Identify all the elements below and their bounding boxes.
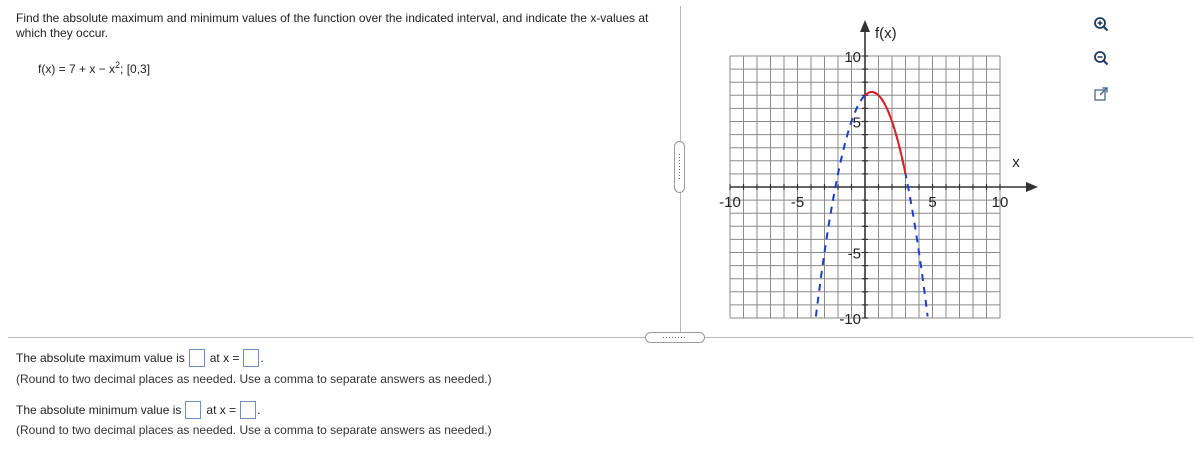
function-formula: f(x) = 7 + x − x2; [0,3] [38, 60, 150, 76]
x-tick-label: -10 [719, 194, 741, 211]
x-tick-label: 5 [928, 194, 936, 211]
question-prompt: Find the absolute maximum and minimum va… [16, 11, 649, 40]
max-note: (Round to two decimal places as needed. … [16, 372, 492, 386]
axis-labels: -10 -5 5 10 10 5 -5 -10 f(x) x [719, 25, 1020, 328]
y-axis-label: f(x) [875, 25, 897, 42]
y-axis-arrow [860, 20, 870, 32]
max-answer-line: The absolute maximum value is at x = . [16, 349, 264, 367]
zoom-out-icon[interactable] [1091, 48, 1111, 68]
zoom-in-icon[interactable] [1091, 14, 1111, 34]
max-period: . [260, 351, 264, 365]
min-note: (Round to two decimal places as needed. … [16, 423, 492, 437]
min-period: . [257, 403, 261, 417]
min-label: The absolute minimum value is [16, 403, 182, 417]
min-x-input[interactable] [240, 401, 257, 419]
function-curve [864, 91, 907, 175]
dashed-parabola [814, 91, 929, 317]
graph-axes [729, 20, 1038, 319]
vertical-resize-handle[interactable] [674, 141, 685, 193]
max-value-input[interactable] [188, 349, 205, 367]
function-graph: -10 -5 5 10 10 5 -5 -10 f(x) x [719, 20, 1038, 328]
x-tick-label: 10 [992, 194, 1009, 211]
popout-icon[interactable] [1091, 84, 1111, 104]
x-axis-label: x [1012, 154, 1020, 171]
function-body: f(x) = 7 + x − x [38, 62, 116, 76]
horizontal-resize-handle[interactable] [645, 332, 705, 343]
horizontal-divider [8, 337, 1193, 338]
min-value-input[interactable] [185, 401, 202, 419]
max-at-label: at x = [209, 351, 240, 365]
min-answer-line: The absolute minimum value is at x = . [16, 401, 260, 419]
max-label: The absolute maximum value is [16, 351, 185, 365]
x-axis-arrow [1026, 182, 1038, 192]
y-tick-label: -5 [848, 246, 861, 263]
y-tick-label: -10 [839, 311, 861, 328]
y-tick-label: 10 [844, 49, 861, 66]
y-tick-label: 5 [853, 115, 861, 132]
max-x-input[interactable] [243, 349, 260, 367]
function-interval: ; [0,3] [120, 62, 151, 76]
dashed-curve [814, 91, 929, 317]
min-at-label: at x = [206, 403, 237, 417]
x-tick-label: -5 [791, 194, 804, 211]
